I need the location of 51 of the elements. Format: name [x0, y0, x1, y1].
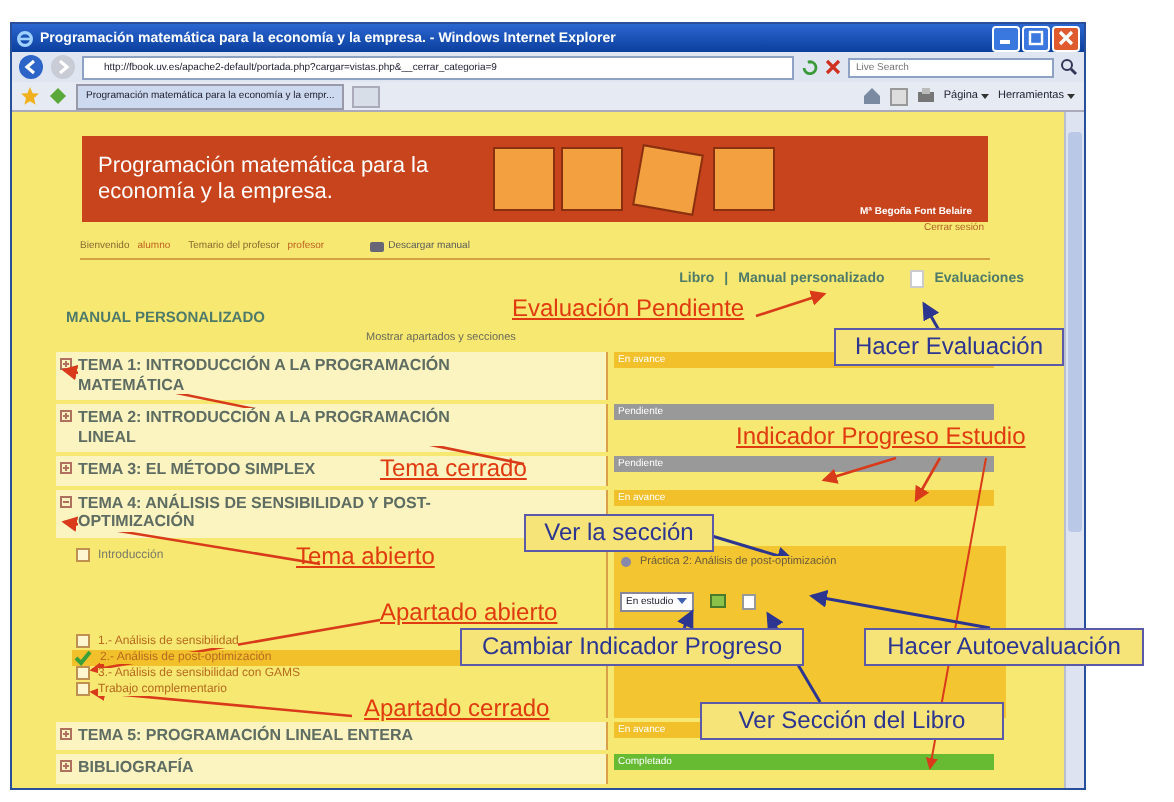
checkbox[interactable] — [76, 634, 90, 648]
refresh-icon[interactable] — [800, 58, 818, 76]
expand-icon[interactable] — [60, 460, 72, 474]
caret-icon — [1066, 92, 1076, 100]
checkmark-icon[interactable] — [74, 649, 92, 665]
annotation-box: Hacer Autoevaluación — [864, 628, 1144, 666]
close-icon — [1058, 30, 1074, 46]
caret-icon — [675, 596, 688, 606]
annotation-label: Apartado abierto — [380, 598, 558, 626]
annotation-label: Apartado cerrado — [364, 694, 550, 722]
caret-icon — [979, 92, 990, 100]
printer-icon[interactable] — [915, 86, 936, 106]
annotation-label: Indicador Progreso Estudio — [736, 422, 1026, 450]
expand-icon[interactable] — [60, 356, 72, 370]
expand-icon[interactable] — [60, 758, 72, 772]
annotation-box: Cambiar Indicador Progreso — [460, 628, 804, 666]
stop-icon[interactable] — [824, 58, 842, 76]
search-icon[interactable] — [1060, 58, 1078, 76]
document-icon[interactable] — [741, 593, 756, 609]
annotation-box: Ver Sección del Libro — [700, 702, 1004, 740]
expand-icon[interactable] — [60, 408, 72, 422]
annotation-label: Evaluación Pendiente — [512, 294, 745, 322]
maximize-icon — [1028, 30, 1044, 46]
new-tab-button[interactable] — [352, 85, 381, 107]
star-icon[interactable] — [20, 86, 40, 106]
home-icon[interactable] — [861, 86, 882, 106]
checkbox[interactable] — [76, 548, 90, 562]
checkbox[interactable] — [76, 682, 90, 696]
document-icon[interactable] — [910, 270, 925, 288]
arrow — [821, 456, 897, 484]
annotation-box: Ver la sección — [524, 514, 714, 552]
topic-title[interactable]: BIBLIOGRAFÍA — [78, 758, 194, 777]
topic-title[interactable]: TEMA 3: EL MÉTODO SIMPLEX — [78, 460, 316, 479]
bullet-icon — [620, 555, 634, 569]
topic-title[interactable]: TEMA 5: PROGRAMACIÓN LINEAL ENTERA — [78, 725, 414, 744]
expand-icon[interactable] — [60, 725, 72, 739]
annotation-label: Tema abierto — [296, 542, 435, 570]
back-icon[interactable] — [18, 54, 44, 80]
minimize-button[interactable] — [992, 25, 1020, 51]
add-favorite-icon[interactable] — [48, 86, 68, 106]
annotation-box: Hacer Evaluación — [834, 328, 1064, 366]
arrow — [677, 609, 694, 630]
site-title: Programación matemática para la economía y la empresa. — [98, 153, 431, 205]
browser-icon — [16, 29, 34, 47]
arrow — [755, 290, 827, 318]
annotation-label: Tema cerrado — [380, 454, 527, 482]
close-button[interactable] — [1052, 25, 1080, 51]
maximize-button[interactable] — [1022, 25, 1050, 51]
checkbox[interactable] — [76, 666, 90, 680]
expand-icon[interactable] — [60, 493, 72, 507]
arrow — [922, 301, 942, 333]
